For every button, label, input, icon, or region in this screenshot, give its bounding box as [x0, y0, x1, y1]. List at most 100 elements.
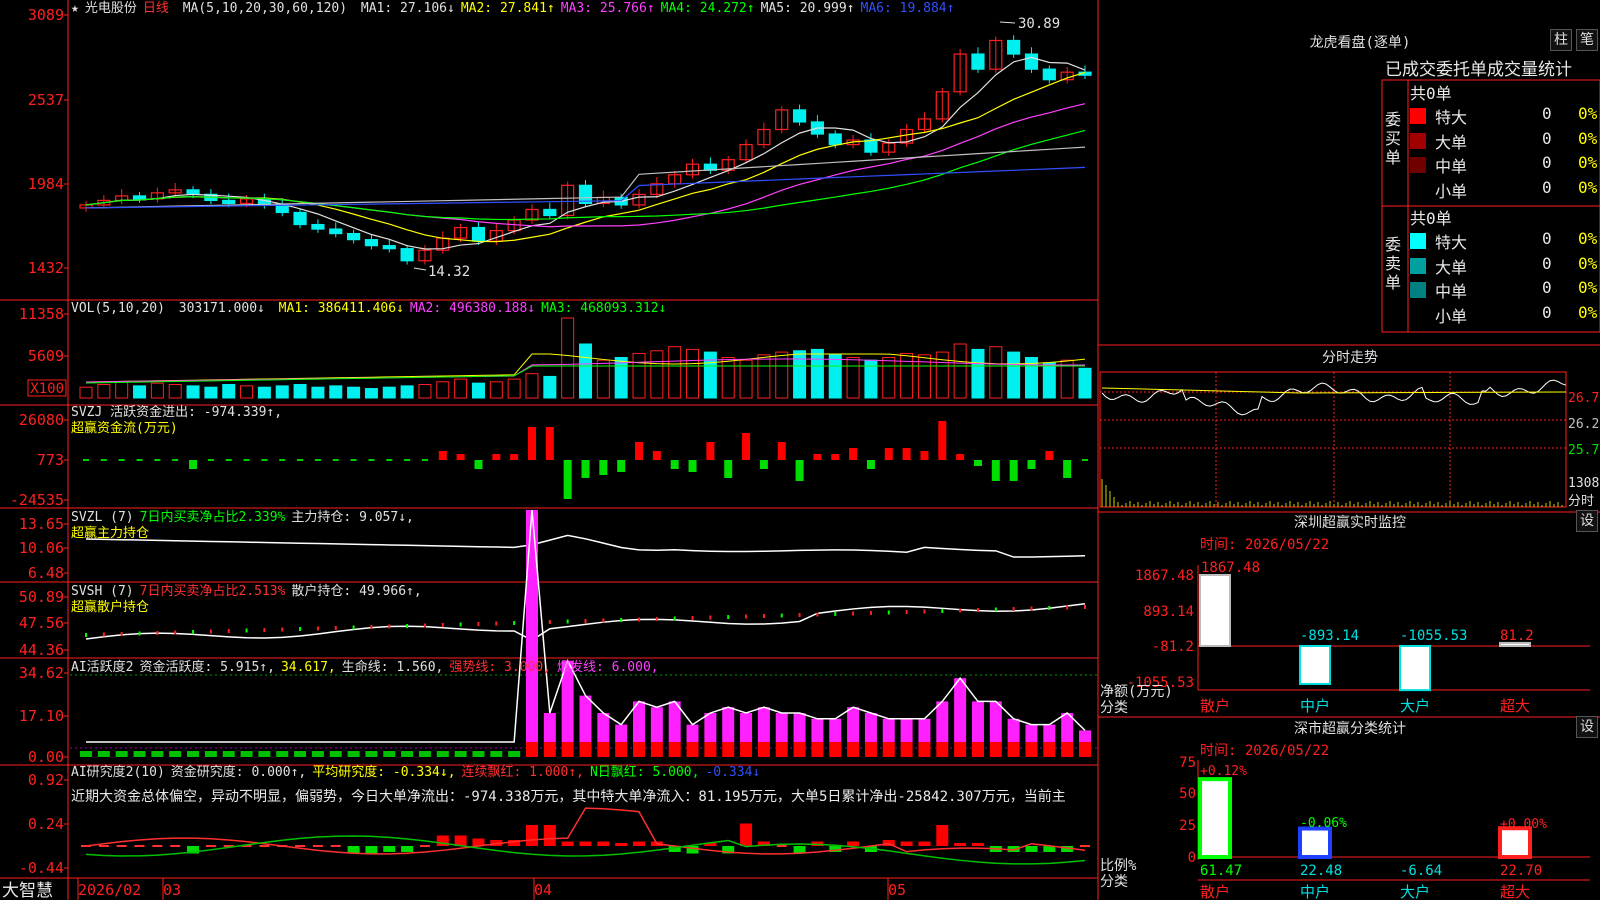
svzl-prefix: SVZL (7): [71, 510, 134, 525]
stock-name[interactable]: 光电股份: [85, 1, 137, 16]
research-dash: [1080, 845, 1090, 847]
flow-bar: [1045, 451, 1054, 460]
fc-ytick: 50: [1179, 786, 1196, 802]
candle-body: [329, 228, 343, 235]
table-header: 已成交委托单成交量统计: [1385, 60, 1572, 80]
volume-bar: [632, 352, 646, 399]
ai2-bar: [1079, 730, 1091, 742]
ai2-base-red: [936, 742, 949, 757]
order-qty: 0: [1542, 104, 1552, 123]
flow-bar: [581, 460, 590, 478]
order-pct: 0%: [1578, 177, 1598, 197]
svsh-tick: 44.36: [19, 641, 64, 659]
vol-header: VOL(5,10,20) 303171.000↓ MA1: 386411.406…: [71, 301, 678, 317]
candle-body: [222, 199, 236, 205]
ma-item-5: MA6: 19.884↑: [860, 1, 955, 16]
research-bar: [561, 841, 574, 846]
svsh-tick: 47.56: [19, 614, 64, 632]
fc-bar-value: 22.70: [1500, 863, 1542, 879]
ai2-base: [454, 751, 467, 757]
flow-bar: [849, 448, 858, 460]
sz-category: 中户: [1300, 697, 1330, 715]
research-bar: [633, 841, 646, 846]
ai2-bar: [989, 701, 1002, 742]
ai2-base: [115, 751, 128, 757]
volume-bar: [471, 382, 485, 399]
flow-dash: [1082, 459, 1088, 461]
volume-bar: [917, 354, 931, 399]
ai2-bar: [650, 707, 663, 742]
air-b: 平均研究度: -0.334↓,: [312, 765, 456, 780]
ai2-base-red: [633, 742, 646, 757]
svzl-line2: 超赢主力持仓: [71, 526, 150, 541]
research-bar: [900, 841, 913, 846]
ai2-base: [187, 751, 200, 757]
ai2-base-red: [650, 742, 663, 757]
svzj-tick: -24535: [10, 491, 64, 509]
stock-terminal: 3089 2537 1984 1432 11358 5609 X100 26080 773 -24…: [0, 0, 1600, 900]
air-header: AI研究度2(10) 资金研究度: 0.000↑, 平均研究度: -0.334↓, 连…: [71, 765, 766, 781]
svzl-tick: 10.06: [19, 539, 64, 557]
tick-mode-button[interactable]: 笔: [1576, 29, 1598, 51]
flow-dash: [118, 459, 125, 461]
kline-header: ★ 光电股份 日线 MA(5,10,20,30,60,120) MA1: 27.10…: [71, 1, 966, 17]
settings-button-2[interactable]: 设: [1576, 716, 1598, 738]
sz-bar: [1199, 574, 1231, 647]
ai2-base-red: [1043, 742, 1056, 757]
ai2-base-red: [864, 742, 877, 757]
research-bar: [740, 823, 753, 846]
ai2-base: [222, 751, 235, 757]
volume-bar: [275, 385, 289, 399]
bar-mode-button[interactable]: 柱: [1550, 29, 1572, 51]
candle-body: [864, 139, 878, 153]
ai2-base: [311, 751, 324, 757]
fc-ytick: 0: [1188, 850, 1196, 866]
sz-axis-label: 净额(万元): [1100, 684, 1173, 700]
sell-block: 委卖单 共0单 特大 0 0% 大单 0 0% 中单 0 0% 小单 0 0%: [1385, 205, 1600, 330]
ai2-bar: [740, 713, 753, 742]
sz-axis-label2: 分类: [1100, 700, 1128, 716]
flow-bar: [492, 454, 501, 460]
ai2-bar: [775, 713, 788, 742]
flow-bar: [652, 451, 661, 460]
ai2-label: AI活跃度2: [71, 660, 134, 675]
sz-bar: [1299, 645, 1331, 685]
ai2-bar: [900, 718, 913, 742]
vol-tick: 5609: [28, 347, 64, 365]
research-dash: [419, 845, 430, 847]
volume-bar: [846, 357, 860, 399]
date-label-1: 2026/02: [78, 881, 141, 899]
fc-ytick: 75: [1179, 755, 1196, 771]
flow-dash: [83, 459, 89, 461]
research-bar: [936, 825, 949, 846]
sz-ytick: 893.14: [1143, 604, 1194, 620]
kline-tick: 3089: [28, 6, 64, 24]
ai2-base-red: [811, 742, 824, 757]
order-label: 中单: [1435, 282, 1468, 301]
sell-side-label: 委卖单: [1385, 235, 1402, 292]
ma-params: MA(5,10,20,30,60,120): [182, 1, 348, 16]
ai2-base: [329, 751, 342, 757]
intraday-price-2: 26.22: [1568, 417, 1600, 432]
high-annotation: 30.89: [1018, 16, 1060, 32]
ai2-base-red: [561, 742, 574, 757]
volume-bar: [364, 388, 378, 399]
fc-bar-value: 22.48: [1300, 863, 1342, 879]
research-bar: [383, 846, 396, 852]
air-a: 资金研究度: 0.000↑,: [170, 765, 307, 780]
ai2-tick: 17.10: [19, 707, 64, 725]
flow-bar: [545, 427, 554, 460]
intraday-vol: 13083: [1568, 476, 1600, 491]
period-label[interactable]: 日线: [143, 1, 169, 16]
ai2-base-red: [543, 742, 556, 757]
flow-bar: [474, 460, 483, 469]
research-bar: [918, 841, 931, 846]
fc-bar-change: +0.12%: [1200, 764, 1247, 779]
vol-ma-values: MA1: 386411.406↓ MA2: 496380.188↓ MA3: 468…: [279, 301, 673, 316]
ai2-base: [490, 751, 503, 757]
ma-line-2: [85, 103, 1086, 228]
ai2-base: [383, 751, 396, 757]
settings-button-1[interactable]: 设: [1576, 510, 1598, 532]
ai2-bar: [686, 724, 699, 742]
sz-bar-value: -893.14: [1300, 628, 1359, 644]
